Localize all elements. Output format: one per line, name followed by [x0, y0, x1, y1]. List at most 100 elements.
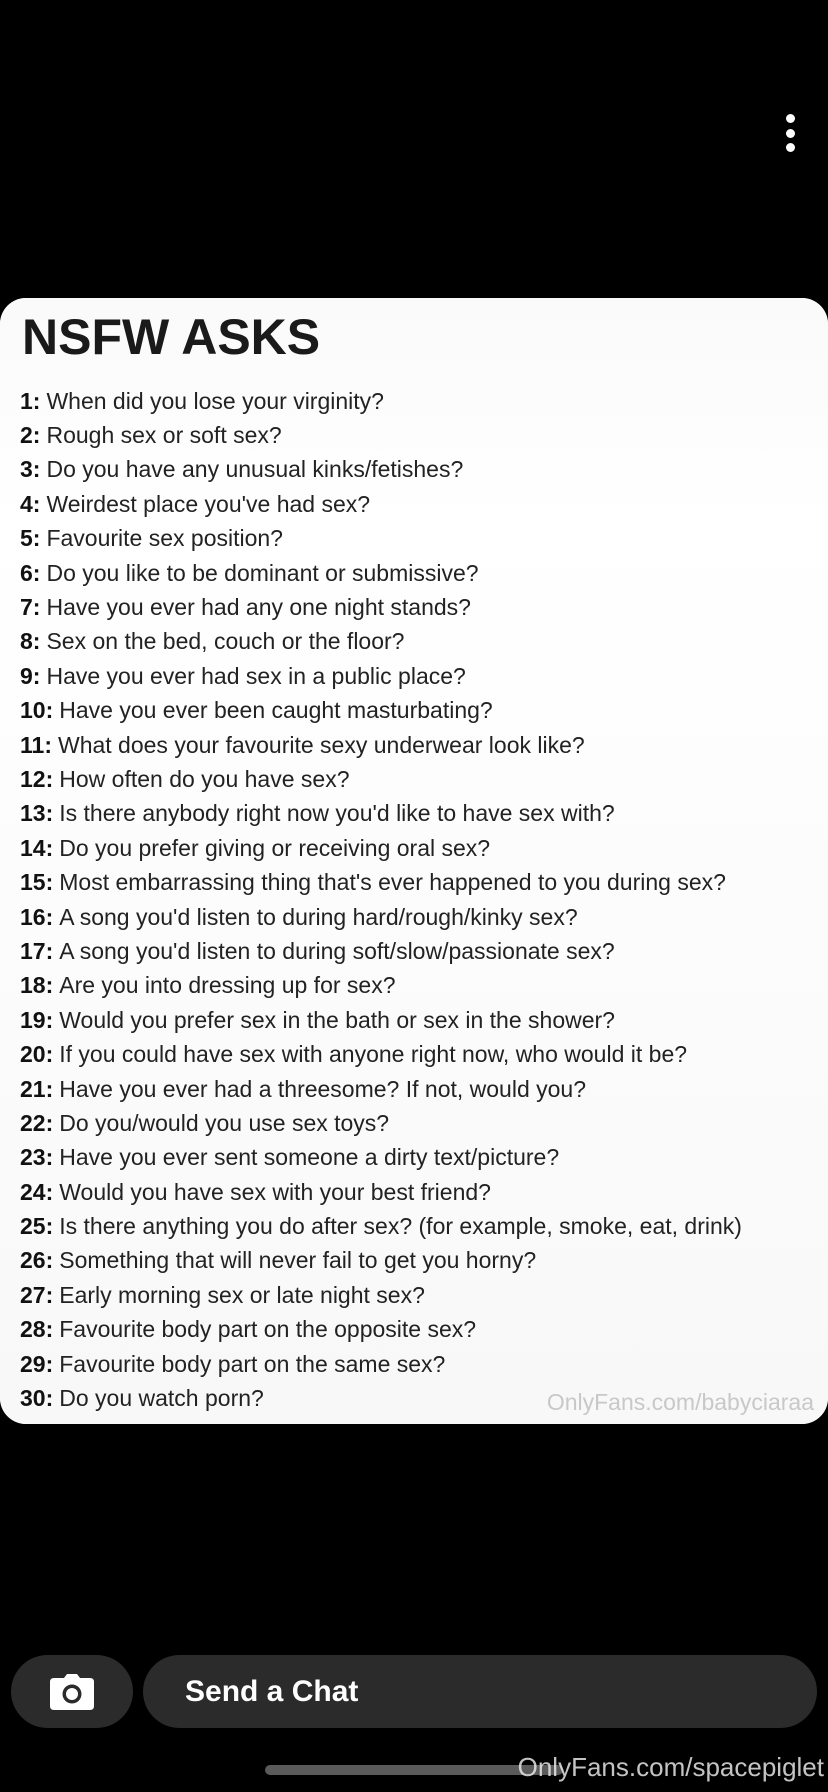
ask-number: 30: [20, 1385, 54, 1412]
ask-item: 13: Is there anybody right now you'd like… [20, 797, 820, 831]
ask-text: If you could have sex with anyone right … [59, 1041, 688, 1068]
send-chat-input[interactable]: Send a Chat [143, 1655, 817, 1728]
ask-number: 19: [20, 1006, 54, 1033]
ask-number: 3: [20, 456, 41, 483]
ask-text: Have you ever had a threesome? If not, w… [59, 1075, 587, 1102]
ask-item: 27: Early morning sex or late night sex? [20, 1278, 820, 1312]
ask-item: 16: A song you'd listen to during hard/ro… [20, 900, 820, 934]
ask-number: 4: [20, 490, 41, 517]
ask-item: 8: Sex on the bed, couch or the floor? [20, 625, 820, 659]
ask-text: Do you/would you use sex toys? [59, 1109, 390, 1136]
ask-number: 2: [20, 422, 41, 449]
ask-number: 17: [20, 937, 54, 964]
ask-item: 14: Do you prefer giving or receiving ora… [20, 831, 820, 865]
more-vertical-icon-dot [785, 128, 795, 138]
ask-item: 4: Weirdest place you've had sex? [20, 487, 820, 521]
asks-list: 1: When did you lose your virginity? 2: Rou… [20, 384, 820, 1416]
ask-number: 24: [20, 1178, 54, 1205]
more-vertical-icon [785, 114, 795, 123]
ask-text: A song you'd listen to during soft/slow/… [59, 937, 615, 964]
ask-item: 24: Would you have sex with your best fri… [20, 1175, 820, 1209]
ask-item: 19: Would you prefer sex in the bath or s… [20, 1003, 820, 1037]
ask-item: 28: Favourite body part on the opposite s… [20, 1313, 820, 1347]
ask-item: 9: Have you ever had sex in a public plac… [20, 659, 820, 693]
ask-number: 28: [20, 1316, 54, 1343]
ask-item: 10: Have you ever been caught masturbatin… [20, 694, 820, 728]
more-vertical-icon-dot [785, 143, 795, 152]
ask-text: Have you ever had any one night stands? [46, 594, 471, 621]
ask-item: 11: What does your favourite sexy underwe… [20, 728, 820, 762]
ask-item: 2: Rough sex or soft sex? [20, 418, 820, 452]
camera-button[interactable] [11, 1655, 133, 1728]
ask-number: 5: [20, 525, 41, 552]
ask-item: 26: Something that will never fail to get… [20, 1244, 820, 1278]
ask-number: 23: [20, 1144, 54, 1171]
ask-text: Have you ever had sex in a public place? [46, 662, 466, 689]
ask-item: 17: A song you'd listen to during soft/sl… [20, 934, 820, 968]
ask-number: 10: [20, 697, 54, 724]
ask-number: 18: [20, 972, 54, 999]
ask-text: How often do you have sex? [59, 765, 350, 792]
image-content: NSFW ASKS 1: When did you lose your virgi… [0, 298, 828, 1424]
ask-number: 15: [20, 869, 54, 896]
ask-number: 21: [20, 1075, 54, 1102]
ask-item: 1: When did you lose your virginity? [20, 384, 820, 418]
ask-text: Have you ever been caught masturbating? [59, 697, 493, 724]
ask-number: 8: [20, 628, 41, 655]
more-options-button[interactable] [770, 108, 810, 158]
ask-text: Is there anybody right now you'd like to… [59, 800, 615, 827]
ask-number: 9: [20, 662, 41, 689]
ask-number: 11: [20, 731, 52, 758]
ask-text: Weirdest place you've had sex? [46, 490, 371, 517]
ask-text: Do you watch porn? [59, 1385, 264, 1412]
ask-item: 23: Have you ever sent someone a dirty te… [20, 1141, 820, 1175]
ask-text: Have you ever sent someone a dirty text/… [59, 1144, 560, 1171]
ask-text: Most embarrassing thing that's ever happ… [59, 869, 726, 896]
ask-text: Would you prefer sex in the bath or sex … [59, 1006, 615, 1033]
ask-item: 21: Have you ever had a threesome? If not… [20, 1072, 820, 1106]
ask-number: 12: [20, 765, 54, 792]
ask-text: Favourite body part on the opposite sex? [59, 1316, 477, 1343]
ask-number: 14: [20, 834, 54, 861]
ask-text: Would you have sex with your best friend… [59, 1178, 491, 1205]
ask-text: Do you prefer giving or receiving oral s… [59, 834, 491, 861]
ask-number: 16: [20, 903, 54, 930]
ask-text: Do you have any unusual kinks/fetishes? [46, 456, 464, 483]
ask-item: 15: Most embarrassing thing that's ever h… [20, 865, 820, 899]
ask-number: 6: [20, 559, 41, 586]
snap-image-card[interactable]: NSFW ASKS 1: When did you lose your virgi… [0, 298, 828, 1424]
ask-text: Sex on the bed, couch or the floor? [46, 628, 405, 655]
ask-number: 29: [20, 1350, 54, 1377]
ask-item: 29: Favourite body part on the same sex? [20, 1347, 820, 1381]
ask-text: Something that will never fail to get yo… [59, 1247, 537, 1274]
ask-text: Is there anything you do after sex? (for… [59, 1213, 742, 1240]
ask-number: 7: [20, 594, 41, 621]
screen-watermark: OnlyFans.com/spacepiglet [517, 1752, 824, 1782]
ask-text: Do you like to be dominant or submissive… [46, 559, 479, 586]
card-title: NSFW ASKS [22, 309, 321, 365]
ask-item: 12: How often do you have sex? [20, 762, 820, 796]
ask-item: 22: Do you/would you use sex toys? [20, 1106, 820, 1140]
ask-text: Favourite body part on the same sex? [59, 1350, 446, 1377]
ask-number: 25: [20, 1213, 54, 1240]
ask-item: 25: Is there anything you do after sex? (… [20, 1209, 820, 1243]
image-watermark: OnlyFans.com/babyciaraa [546, 1389, 814, 1415]
ask-text: Favourite sex position? [46, 525, 283, 552]
ask-text: Early morning sex or late night sex? [59, 1281, 425, 1308]
ask-number: 22: [20, 1109, 54, 1136]
ask-item: 18: Are you into dressing up for sex? [20, 969, 820, 1003]
ask-item: 6: Do you like to be dominant or submissi… [20, 556, 820, 590]
ask-number: 20: [20, 1041, 54, 1068]
ask-text: What does your favourite sexy underwear … [57, 731, 585, 758]
ask-text: Rough sex or soft sex? [46, 422, 282, 449]
ask-number: 27: [20, 1281, 54, 1308]
ask-text: Are you into dressing up for sex? [59, 972, 396, 999]
ask-item: 3: Do you have any unusual kinks/fetishes… [20, 453, 820, 487]
send-chat-placeholder: Send a Chat [185, 1674, 359, 1708]
ask-number: 1: [20, 387, 41, 414]
ask-item: 20: If you could have sex with anyone rig… [20, 1037, 820, 1071]
ask-text: A song you'd listen to during hard/rough… [59, 903, 578, 930]
ask-number: 13: [20, 800, 54, 827]
ask-number: 26: [20, 1247, 54, 1274]
ask-text: When did you lose your virginity? [46, 387, 384, 414]
